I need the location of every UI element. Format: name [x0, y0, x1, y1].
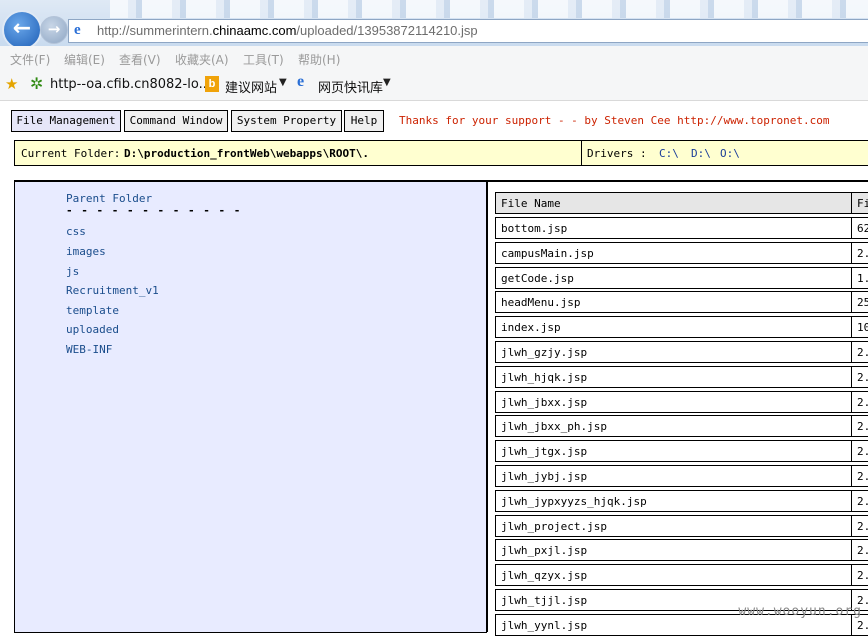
file-name-cell[interactable]: jlwh_jypxyyzs_hjqk.jsp — [495, 489, 852, 512]
folder-link[interactable]: css — [66, 225, 86, 238]
file-size-cell: 2. — [851, 241, 868, 264]
help-button[interactable]: Help — [344, 110, 384, 132]
chevron-down-icon[interactable]: ▼ — [279, 77, 287, 88]
folder-link[interactable]: WEB-INF — [66, 343, 112, 356]
file-size-cell: 2. — [851, 489, 868, 512]
menu-help[interactable]: 帮助(H) — [298, 51, 340, 68]
favorites-star-icon[interactable]: ★ — [5, 75, 18, 93]
file-size-cell: 62 — [851, 217, 868, 239]
folder-link[interactable]: images — [66, 245, 106, 258]
system-property-button[interactable]: System Property — [231, 110, 342, 132]
column-header-file-name: File Name — [495, 192, 852, 214]
bing-icon: b — [205, 76, 219, 92]
drive-link-o[interactable]: O:\ — [720, 147, 740, 160]
menu-file[interactable]: 文件(F) — [10, 51, 50, 68]
file-size-cell: 2. — [851, 564, 868, 587]
menu-view[interactable]: 查看(V) — [119, 51, 161, 68]
folder-link[interactable]: uploaded — [66, 323, 119, 336]
favorites-bar: ★ ✲ http--oa.cfib.cn8082-lo... b 建议网站 ▼ … — [0, 70, 868, 101]
file-name-cell[interactable]: getCode.jsp — [495, 266, 852, 289]
site-gear-icon: ✲ — [30, 74, 44, 93]
separator: - - - - - - - - - - - - — [66, 204, 242, 217]
favorite-suggested-sites[interactable]: 建议网站 — [225, 77, 277, 96]
file-name-cell[interactable]: jlwh_jbxx.jsp — [495, 390, 852, 413]
menu-favorites[interactable]: 收藏夹(A) — [175, 51, 229, 68]
desktop-background — [110, 0, 868, 18]
watermark: www.wooyun.org — [738, 604, 862, 619]
address-bar[interactable]: e http://summerintern.chinaamc.com/uploa… — [68, 19, 868, 43]
file-size-cell: 2. — [851, 514, 868, 537]
file-name-cell[interactable]: bottom.jsp — [495, 217, 852, 239]
favorite-link-oa[interactable]: http--oa.cfib.cn8082-lo... — [50, 77, 211, 92]
drive-link-d[interactable]: D:\ — [691, 147, 711, 160]
file-size-cell: 2. — [851, 341, 868, 363]
file-size-cell: 2. — [851, 465, 868, 487]
file-name-cell[interactable]: jlwh_jbxx_ph.jsp — [495, 415, 852, 438]
file-list-panel: File Name Fi bottom.jsp62campusMain.jsp2… — [486, 180, 868, 636]
drive-link-c[interactable]: C:\ — [659, 147, 679, 160]
file-size-cell: 10 — [851, 316, 868, 339]
chevron-down-icon[interactable]: ▼ — [383, 77, 391, 88]
column-header-file-size: Fi — [851, 192, 868, 214]
file-name-cell[interactable]: headMenu.jsp — [495, 291, 852, 314]
file-name-cell[interactable]: campusMain.jsp — [495, 241, 852, 264]
thanks-text: Thanks for your support - - by Steven Ce… — [399, 114, 830, 127]
file-name-cell[interactable]: jlwh_gzjy.jsp — [495, 341, 852, 363]
file-size-cell: 2. — [851, 440, 868, 463]
file-size-cell: 2. — [851, 390, 868, 413]
menu-edit[interactable]: 编辑(E) — [64, 51, 105, 68]
file-name-cell[interactable]: jlwh_qzyx.jsp — [495, 564, 852, 587]
folder-tree-panel: Parent Folder - - - - - - - - - - - - cs… — [14, 180, 487, 633]
current-folder-path: D:\production_frontWeb\webapps\ROOT\. — [124, 147, 370, 160]
divider — [581, 141, 582, 165]
file-size-cell: 1. — [851, 266, 868, 289]
file-size-cell: 2. — [851, 539, 868, 562]
current-folder-bar: Current Folder: D:\production_frontWeb\w… — [14, 140, 868, 166]
file-management-button[interactable]: File Management — [11, 110, 121, 132]
back-button[interactable]: ← — [2, 10, 42, 50]
forward-button[interactable]: → — [40, 16, 68, 44]
command-window-button[interactable]: Command Window — [124, 110, 228, 132]
folder-link[interactable]: Recruitment_v1 — [66, 284, 159, 297]
ie-page-icon: e — [74, 22, 81, 38]
forward-arrow-icon: → — [47, 20, 61, 38]
favorite-web-slice-gallery[interactable]: 网页快讯库 — [318, 77, 383, 96]
file-name-cell[interactable]: jlwh_project.jsp — [495, 514, 852, 537]
file-size-cell: 25 — [851, 291, 868, 314]
menu-tools[interactable]: 工具(T) — [243, 51, 284, 68]
current-folder-label: Current Folder: — [21, 147, 121, 160]
file-name-cell[interactable]: jlwh_jtgx.jsp — [495, 440, 852, 463]
menu-bar: 文件(F) 编辑(E) 查看(V) 收藏夹(A) 工具(T) 帮助(H) — [0, 46, 868, 70]
ie-icon: e — [297, 73, 305, 90]
file-size-cell: 2. — [851, 365, 868, 388]
drivers-label: Drivers : — [587, 147, 647, 160]
folder-link[interactable]: js — [66, 265, 79, 278]
file-name-cell[interactable]: jlwh_hjqk.jsp — [495, 365, 852, 388]
file-size-cell: 2. — [851, 415, 868, 438]
address-url[interactable]: http://summerintern.chinaamc.com/uploade… — [97, 23, 478, 38]
file-name-cell[interactable]: jlwh_jybj.jsp — [495, 465, 852, 487]
folder-link[interactable]: template — [66, 304, 119, 317]
back-arrow-icon: ← — [12, 16, 32, 41]
file-name-cell[interactable]: jlwh_pxjl.jsp — [495, 539, 852, 562]
file-name-cell[interactable]: index.jsp — [495, 316, 852, 339]
